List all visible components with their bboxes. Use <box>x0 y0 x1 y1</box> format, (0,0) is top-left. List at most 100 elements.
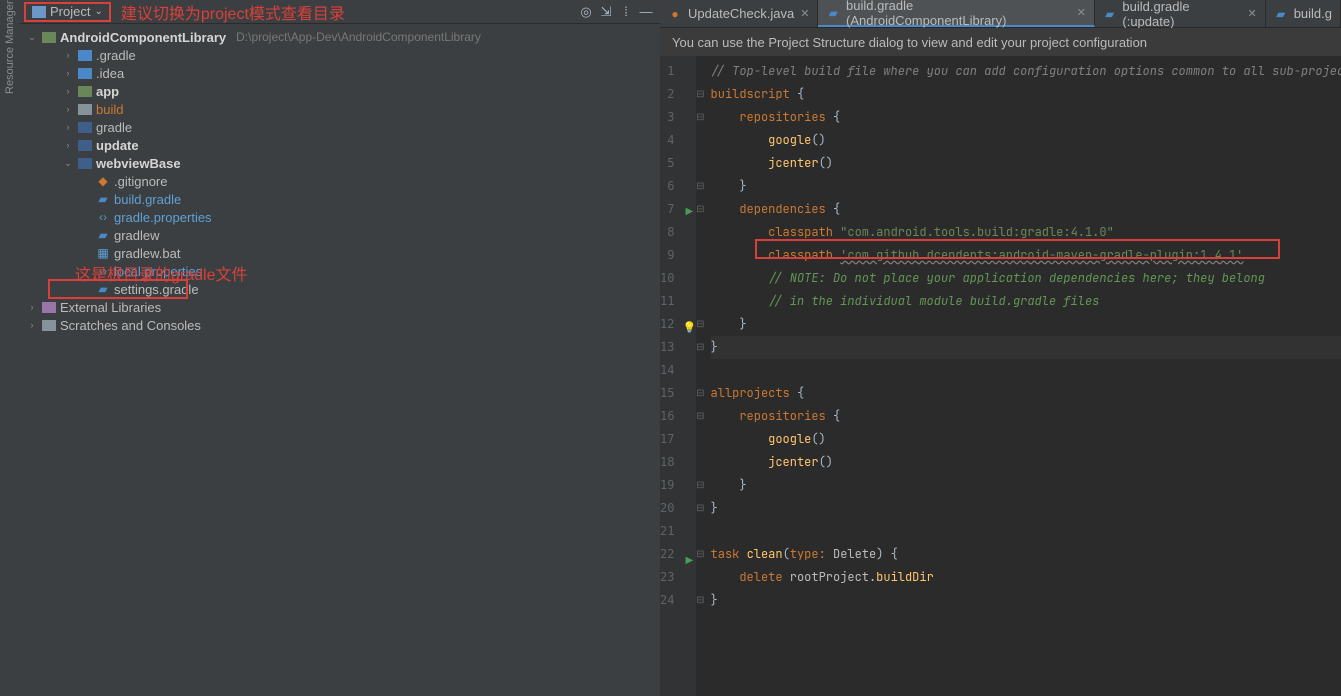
code-line[interactable]: repositories { <box>711 405 1341 428</box>
tree-item[interactable]: ›gradle <box>20 118 660 136</box>
collapse-icon[interactable]: ⇲ <box>596 2 616 22</box>
line-number: 24 <box>660 589 674 612</box>
line-number: 17 <box>660 428 674 451</box>
code-line[interactable]: // in the individual module build.gradle… <box>711 290 1341 313</box>
editor-tab[interactable]: ▰build.gradle (:update)✕ <box>1095 0 1266 27</box>
tree-item[interactable]: ›.gradle <box>20 46 660 64</box>
code-line[interactable]: jcenter() <box>711 451 1341 474</box>
code-line[interactable]: delete rootProject.buildDir <box>711 566 1341 589</box>
left-tool-rail[interactable]: Resource Manager <box>0 0 20 696</box>
notification-bar[interactable]: You can use the Project Structure dialog… <box>660 28 1341 56</box>
tree-item[interactable]: ▦gradlew.bat <box>20 244 660 262</box>
tree-item[interactable]: ›External Libraries <box>20 298 660 316</box>
expand-arrow-icon[interactable]: › <box>62 122 74 132</box>
fold-marker[interactable] <box>696 129 704 152</box>
fold-marker[interactable] <box>696 60 704 83</box>
tree-item[interactable]: ◆.gitignore <box>20 172 660 190</box>
code-line[interactable] <box>711 520 1341 543</box>
tree-item[interactable]: ›Scratches and Consoles <box>20 316 660 334</box>
code-line[interactable]: } <box>711 313 1341 336</box>
annotation-text-1: 建议切换为project模式查看目录 <box>121 0 345 24</box>
fold-marker[interactable] <box>696 520 704 543</box>
fold-marker[interactable] <box>696 451 704 474</box>
gradle-icon: ▰ <box>96 228 110 242</box>
expand-arrow-icon[interactable]: ⌄ <box>62 158 74 169</box>
code-line[interactable]: google() <box>711 428 1341 451</box>
code-line[interactable]: task clean(type: Delete) { <box>711 543 1341 566</box>
fold-marker[interactable]: ⊟ <box>696 497 704 520</box>
expand-arrow-icon[interactable]: › <box>26 320 38 330</box>
code-line[interactable]: repositories { <box>711 106 1341 129</box>
fold-marker[interactable]: ⊟ <box>696 313 704 336</box>
fold-marker[interactable] <box>696 428 704 451</box>
editor-tab[interactable]: ▰build.g <box>1266 0 1341 27</box>
run-gutter[interactable]: ▶ 💡 ▶ <box>682 56 696 696</box>
fold-marker[interactable] <box>696 267 704 290</box>
code-line[interactable]: classpath "com.android.tools.build:gradl… <box>711 221 1341 244</box>
fold-marker[interactable]: ⊟ <box>696 83 704 106</box>
expand-arrow-icon[interactable]: › <box>62 104 74 114</box>
fold-marker[interactable] <box>696 566 704 589</box>
fold-marker[interactable] <box>696 221 704 244</box>
project-view-dropdown[interactable]: Project ⌄ <box>24 2 111 22</box>
fold-marker[interactable]: ⊟ <box>696 336 704 359</box>
tree-item[interactable]: ›app <box>20 82 660 100</box>
tree-item[interactable]: ‹›gradle.properties <box>20 208 660 226</box>
expand-arrow-icon[interactable]: › <box>62 50 74 60</box>
code-line[interactable]: } <box>711 336 1341 359</box>
fold-marker[interactable]: ⊟ <box>696 589 704 612</box>
code-line[interactable]: dependencies { <box>711 198 1341 221</box>
code-line[interactable]: buildscript { <box>711 83 1341 106</box>
code-line[interactable]: } <box>711 589 1341 612</box>
code-line[interactable] <box>711 359 1341 382</box>
tree-item[interactable]: ›.idea <box>20 64 660 82</box>
fold-marker[interactable] <box>696 290 704 313</box>
code-line[interactable]: } <box>711 474 1341 497</box>
fold-marker[interactable]: ⊟ <box>696 405 704 428</box>
run-icon[interactable]: ▶ <box>685 555 693 566</box>
code-line[interactable]: jcenter() <box>711 152 1341 175</box>
tree-item[interactable]: ›update <box>20 136 660 154</box>
folder-icon <box>32 6 46 18</box>
select-opened-icon[interactable]: ◎ <box>576 2 596 22</box>
code-line[interactable]: classpath 'com.github.dcendents:android-… <box>711 244 1341 267</box>
code-editor[interactable]: // Top-level build file where you can ad… <box>705 56 1341 696</box>
fold-marker[interactable]: ⊟ <box>696 543 704 566</box>
tree-item[interactable]: ▰build.gradle <box>20 190 660 208</box>
code-line[interactable]: allprojects { <box>711 382 1341 405</box>
fold-marker[interactable] <box>696 244 704 267</box>
close-icon[interactable]: ✕ <box>1247 7 1256 20</box>
code-line[interactable]: // Top-level build file where you can ad… <box>711 60 1341 83</box>
tree-item[interactable]: ⌄webviewBase <box>20 154 660 172</box>
fold-marker[interactable] <box>696 152 704 175</box>
code-line[interactable]: } <box>711 175 1341 198</box>
fold-gutter[interactable]: ⊟⊟ ⊟⊟ ⊟⊟ ⊟⊟ ⊟⊟ ⊟ ⊟ <box>696 56 704 696</box>
bulb-icon[interactable]: 💡 <box>682 322 696 334</box>
expand-arrow-icon[interactable]: › <box>26 302 38 312</box>
expand-arrow-icon[interactable]: › <box>62 140 74 150</box>
tree-item[interactable]: ▰ gradlew <box>20 226 660 244</box>
expand-arrow-icon[interactable]: ⌄ <box>26 32 38 43</box>
close-icon[interactable]: ✕ <box>1077 6 1086 19</box>
resource-manager-tab[interactable]: Resource Manager <box>4 0 16 94</box>
editor-tab[interactable]: ●UpdateCheck.java✕ <box>660 0 818 27</box>
close-icon[interactable]: ✕ <box>800 7 809 20</box>
expand-arrow-icon[interactable]: › <box>62 86 74 96</box>
settings-icon[interactable]: ⁞ <box>616 2 636 22</box>
tree-root[interactable]: ⌄ AndroidComponentLibrary D:\project\App… <box>20 28 660 46</box>
expand-arrow-icon[interactable]: › <box>62 68 74 78</box>
fold-marker[interactable]: ⊟ <box>696 198 704 221</box>
hide-icon[interactable]: — <box>636 2 656 22</box>
fold-marker[interactable] <box>696 359 704 382</box>
code-line[interactable]: } <box>711 497 1341 520</box>
fold-marker[interactable]: ⊟ <box>696 382 704 405</box>
fold-marker[interactable]: ⊟ <box>696 474 704 497</box>
editor-tab[interactable]: ▰build.gradle (AndroidComponentLibrary)✕ <box>818 0 1094 27</box>
tree-item[interactable]: ›build <box>20 100 660 118</box>
code-line[interactable]: google() <box>711 129 1341 152</box>
tree-item-label: gradlew <box>114 228 160 243</box>
run-icon[interactable]: ▶ <box>685 206 693 217</box>
fold-marker[interactable]: ⊟ <box>696 175 704 198</box>
fold-marker[interactable]: ⊟ <box>696 106 704 129</box>
code-line[interactable]: // NOTE: Do not place your application d… <box>711 267 1341 290</box>
